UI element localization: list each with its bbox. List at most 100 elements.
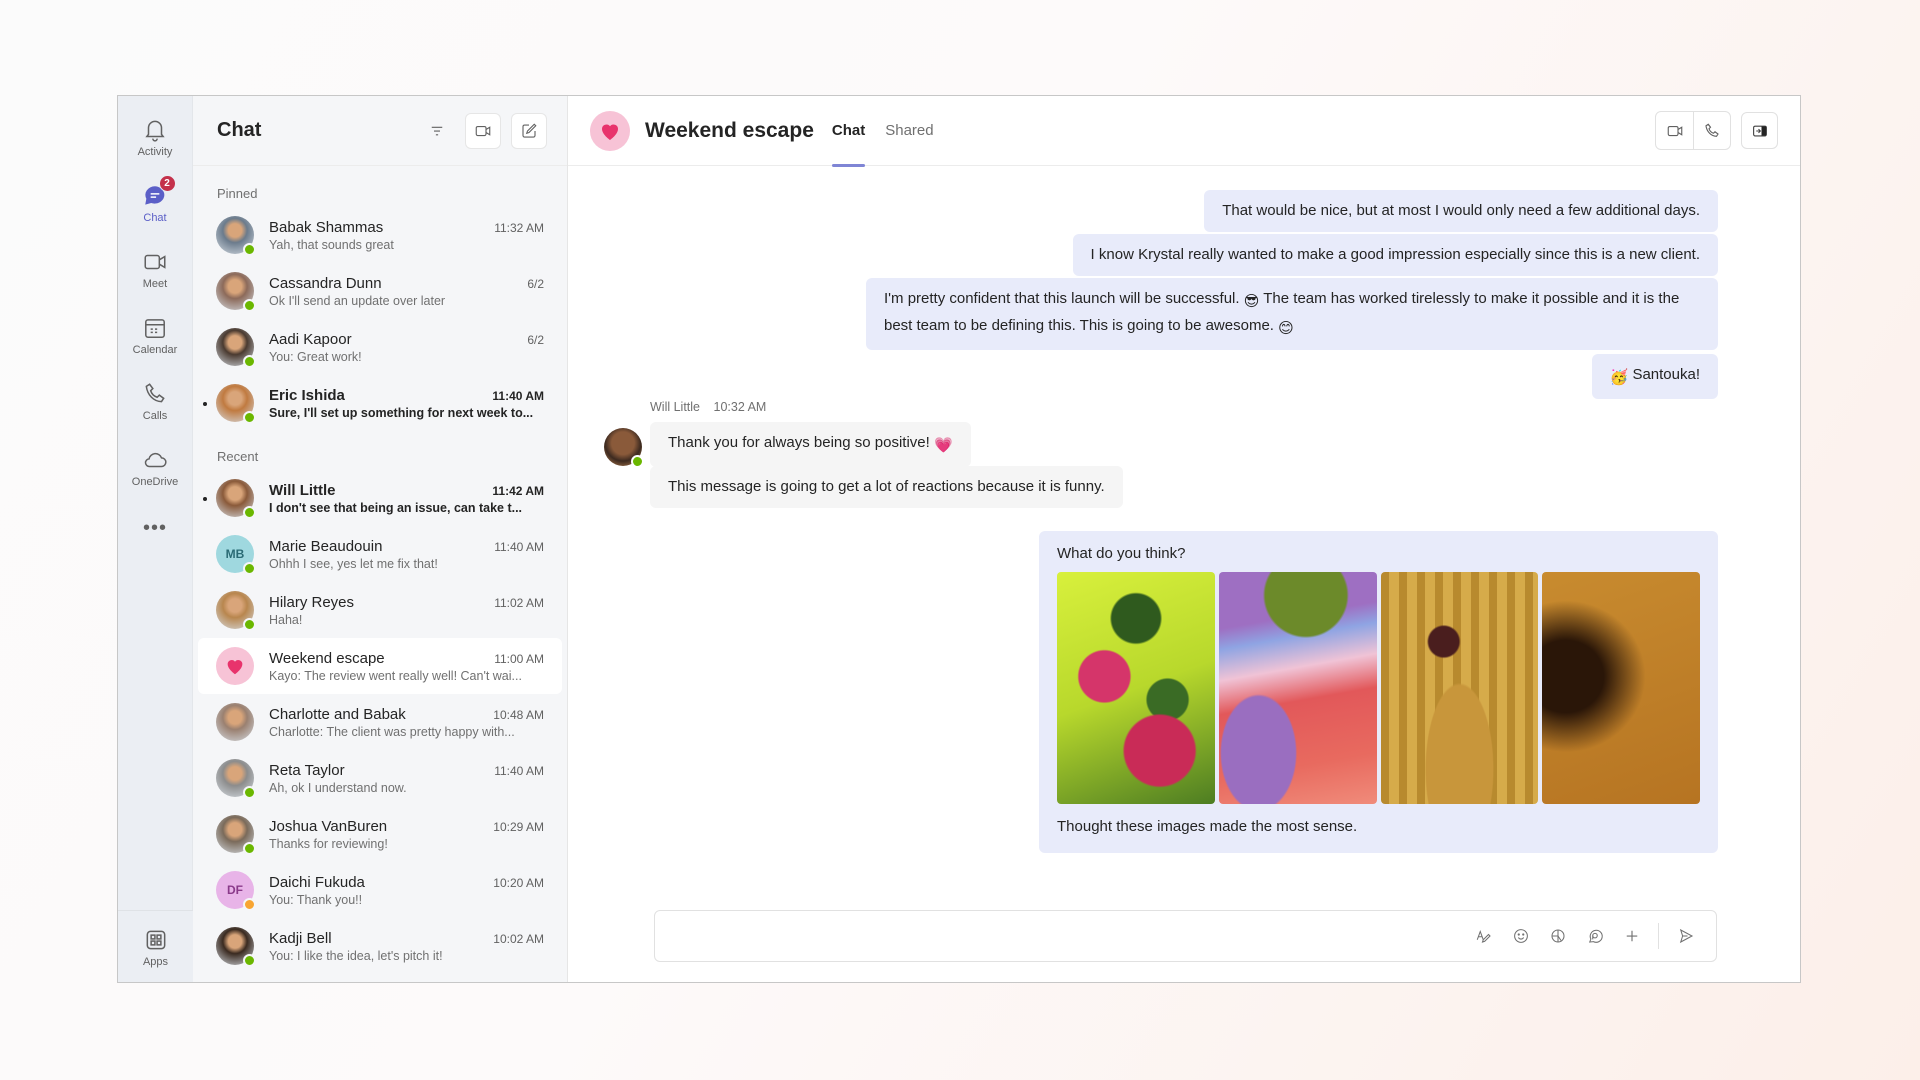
recent-chats: Will Little 11:42 AM I don't see that bein…	[193, 470, 567, 974]
chat-preview: Charlotte: The client was pretty happy w…	[269, 724, 515, 739]
rail-item-onedrive[interactable]: OneDrive	[118, 434, 193, 500]
attach-button[interactable]	[1613, 918, 1650, 955]
side-panel-icon	[1752, 125, 1767, 136]
chat-list-item[interactable]: Babak Shammas 11:32 AM Yah, that sounds gr…	[198, 207, 562, 263]
filter-button[interactable]	[419, 113, 455, 149]
incoming-message[interactable]: Thank you for always being so positive! …	[650, 422, 971, 467]
sticker-button[interactable]	[1539, 918, 1576, 955]
phone-icon	[1705, 122, 1719, 137]
new-chat-button[interactable]	[511, 112, 547, 149]
presence-status-icon	[243, 506, 256, 519]
orchid-image[interactable]	[1542, 572, 1700, 804]
chat-item-header: Joshua VanBuren 10:29 AM	[269, 818, 544, 835]
emoji-button[interactable]	[1502, 918, 1539, 955]
rail-item-apps[interactable]: Apps	[118, 911, 193, 982]
format-pen-icon	[1476, 929, 1491, 943]
sticker-icon	[1550, 929, 1565, 943]
message-text: Thank you for always being so positive!	[668, 434, 930, 451]
chat-list-pane: Chat Pinned Babak Shammas 11:32 AM Yah, th…	[193, 96, 568, 982]
card-caption: Thought these images made the most sense…	[1057, 818, 1358, 835]
tab-shared[interactable]: Shared	[885, 96, 933, 166]
chat-time: 6/2	[527, 276, 544, 291]
chat-time: 11:40 AM	[494, 763, 544, 778]
audio-call-button[interactable]	[1693, 112, 1730, 149]
my-message[interactable]: I'm pretty confident that this launch wi…	[866, 278, 1718, 350]
chat-preview: Yah, that sounds great	[269, 237, 394, 252]
smile-emoji: 😊	[1278, 320, 1294, 337]
chat-list-item[interactable]: Weekend escape 11:00 AM Kayo: The review w…	[198, 638, 562, 694]
chat-item-text: Daichi Fukuda 10:20 AM You: Thank you!!	[269, 874, 544, 907]
chat-item-header: Marie Beaudouin 11:40 AM	[269, 538, 544, 555]
chat-name: Marie Beaudouin	[269, 537, 383, 555]
my-message[interactable]: That would be nice, but at most I would …	[1204, 190, 1718, 232]
chat-name: Will Little	[269, 481, 336, 499]
sender-avatar[interactable]	[604, 428, 644, 468]
group-avatar	[590, 110, 630, 151]
calendar-icon	[145, 318, 165, 338]
avatar: DF	[216, 871, 256, 911]
my-message[interactable]: I know Krystal really wanted to make a g…	[1072, 234, 1718, 276]
chat-name: Aadi Kapoor	[269, 330, 352, 348]
presence-status-icon	[243, 299, 256, 312]
incoming-message[interactable]: This message is going to get a lot of re…	[650, 466, 1123, 508]
header-actions	[1655, 111, 1778, 150]
chat-list-item[interactable]: Charlotte and Babak 10:48 AM Charlotte: Th…	[198, 694, 562, 750]
my-message[interactable]: 🥳 Santouka!	[1591, 354, 1718, 399]
landscape-image[interactable]	[1218, 572, 1377, 804]
chat-preview: Ok I'll send an update over later	[269, 293, 446, 308]
teams-window: Activity 2 Chat Meet Calendar Calls OneD…	[117, 95, 1801, 983]
plus-icon	[1626, 930, 1637, 942]
chat-item-text: Eric Ishida 11:40 AM Sure, I'll set up som…	[269, 387, 544, 420]
roses-image[interactable]	[1057, 572, 1215, 804]
chat-list-item[interactable]: Eric Ishida 11:40 AM Sure, I'll set up som…	[198, 375, 562, 431]
rail-item-meet[interactable]: Meet	[118, 236, 193, 302]
chat-name: Charlotte and Babak	[269, 705, 406, 723]
chat-item-header: Weekend escape 11:00 AM	[269, 650, 544, 667]
still-life-image[interactable]	[1380, 572, 1539, 804]
meet-now-button[interactable]	[465, 112, 501, 149]
rail-item-chat[interactable]: 2 Chat	[118, 170, 193, 236]
chat-list-item[interactable]: Cassandra Dunn 6/2 Ok I'll send an update …	[198, 263, 562, 319]
message-input[interactable]	[669, 921, 1456, 951]
chat-item-header: Eric Ishida 11:40 AM	[269, 387, 544, 404]
rail-item-calendar[interactable]: Calendar	[118, 302, 193, 368]
avatar-initials: MB	[225, 547, 245, 561]
chat-list-item[interactable]: Reta Taylor 11:40 AM Ah, ok I understand n…	[198, 750, 562, 806]
chat-name: Reta Taylor	[269, 761, 345, 779]
video-call-button[interactable]	[1656, 112, 1693, 149]
open-side-panel-button[interactable]	[1741, 112, 1778, 149]
heart-icon	[602, 124, 618, 140]
unread-dot	[203, 497, 207, 501]
chat-time: 11:00 AM	[494, 651, 544, 666]
chat-item-text: Reta Taylor 11:40 AM Ah, ok I understand n…	[269, 762, 544, 795]
apps-icon	[146, 930, 165, 949]
rail-item-activity[interactable]: Activity	[118, 104, 193, 170]
chat-list-item[interactable]: Joshua VanBuren 10:29 AM Thanks for review…	[198, 806, 562, 862]
chat-item-header: Aadi Kapoor 6/2	[269, 331, 544, 348]
chat-time: 10:20 AM	[493, 875, 544, 890]
chat-list-item[interactable]: Aadi Kapoor 6/2 You: Great work!	[198, 319, 562, 375]
chat-list-item[interactable]: DF Daichi Fukuda 10:20 AM You: Thank you!!	[198, 862, 562, 918]
chat-item-header: Cassandra Dunn 6/2	[269, 275, 544, 292]
rail-item-calls[interactable]: Calls	[118, 368, 193, 434]
chat-item-text: Babak Shammas 11:32 AM Yah, that sounds gr…	[269, 219, 544, 252]
avatar	[216, 927, 256, 967]
send-button[interactable]	[1667, 918, 1704, 955]
chat-name: Babak Shammas	[269, 218, 384, 236]
chat-list-item[interactable]: Kadji Bell 10:02 AM You: I like the idea, …	[198, 918, 562, 974]
chat-list-item[interactable]: Hilary Reyes 11:02 AM Haha!	[198, 582, 562, 638]
heart-icon	[227, 660, 243, 675]
tab-chat[interactable]: Chat	[831, 96, 866, 167]
chat-item-header: Will Little 11:42 AM	[269, 482, 544, 499]
message-text: Santouka!	[1632, 366, 1700, 383]
chat-list-item[interactable]: MB Marie Beaudouin 11:40 AM Ohhh I see, yes…	[198, 526, 562, 582]
chat-list-item[interactable]: Will Little 11:42 AM I don't see that bein…	[198, 470, 562, 526]
loop-button[interactable]	[1576, 918, 1613, 955]
loop-icon	[1588, 929, 1603, 943]
image-message-card[interactable]: What do you think? Thought these images …	[1039, 531, 1718, 853]
chat-time: 11:02 AM	[494, 595, 544, 610]
composer-divider	[1658, 923, 1659, 949]
format-button[interactable]	[1465, 918, 1502, 955]
more-apps-button[interactable]: •••	[143, 508, 167, 548]
avatar	[216, 328, 256, 368]
